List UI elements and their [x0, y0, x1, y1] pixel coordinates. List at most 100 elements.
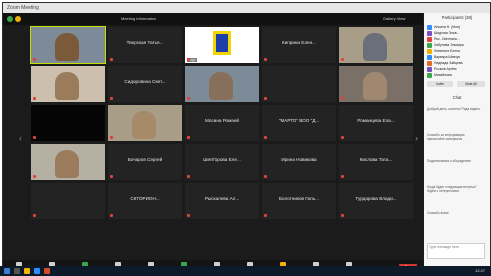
video-tile[interactable]: Бочаров Сергей [108, 144, 182, 180]
avatar [427, 30, 432, 36]
muted-mic-icon [264, 97, 267, 100]
participant-name: Киприна Елен... [282, 40, 316, 45]
avatar [427, 72, 432, 78]
search-icon[interactable] [14, 268, 20, 274]
video-tile[interactable]: Болотников Гиль... [262, 183, 336, 219]
muted-mic-icon [341, 214, 344, 217]
chat-message: Спасибо за информацию, присылайте матери… [427, 133, 466, 141]
participant-name: "МАРТО" ВОО "Д... [278, 118, 320, 123]
participant-video [363, 33, 387, 61]
chat-message: Добрый день, коллеги! Рада видеть. [427, 107, 482, 111]
muted-mic-icon [187, 214, 190, 217]
muted-mic-icon [33, 97, 36, 100]
muted-mic-icon [110, 175, 113, 178]
shield-icon[interactable] [7, 16, 13, 22]
video-tile[interactable]: ШелГорова Еле... [185, 144, 259, 180]
video-tile[interactable]: Тверская Татья... [108, 27, 182, 63]
video-tile[interactable]: СКТОРИОН... [108, 183, 182, 219]
participant-list-name: Ильина Н. (Моя) [434, 25, 460, 29]
gallery-view-button[interactable]: Gallery View [383, 13, 405, 25]
muted-mic-icon [187, 58, 190, 61]
explorer-icon[interactable] [24, 268, 30, 274]
muted-mic-icon [264, 214, 267, 217]
participant-name: Мосина Ромаей [205, 118, 239, 123]
start-icon[interactable] [4, 268, 10, 274]
muted-mic-icon [33, 58, 36, 61]
zoom-icon[interactable] [34, 268, 40, 274]
participant-video [132, 111, 156, 139]
muted-mic-icon [110, 58, 113, 61]
avatar [427, 66, 432, 72]
taskbar-clock: 12:47 [474, 268, 485, 273]
muted-mic-icon [33, 175, 36, 178]
window-titlebar: Zoom Meeting [3, 3, 490, 13]
video-tile[interactable]: Мосина Ромаей [185, 105, 259, 141]
participant-name: Кислова Тата... [359, 157, 393, 162]
video-tile[interactable]: Ирина Новикова [262, 144, 336, 180]
avatar [427, 36, 432, 42]
avatar [427, 24, 432, 30]
participant-list-name: Ясс. Светлана... [434, 37, 460, 41]
video-tile[interactable] [31, 183, 105, 219]
side-panel: Participants (38) Ильина Н. (Моя) Шкурова… [424, 13, 490, 275]
video-tile[interactable]: Романцева Ела... [339, 105, 413, 141]
chat-message: Спасибо всем! [427, 211, 449, 215]
video-tile[interactable] [30, 26, 106, 64]
prev-page-arrow-icon[interactable]: ‹ [19, 133, 22, 143]
muted-mic-icon [341, 58, 344, 61]
video-tile[interactable] [339, 66, 413, 102]
participant-name: Ирина Новикова [281, 157, 317, 162]
muted-mic-icon [187, 97, 190, 100]
video-tile[interactable]: Турдарова Влади... [339, 183, 413, 219]
chat-message: Подключаемся к обсуждению [427, 159, 471, 163]
participant-list-name: Надежда Зайцева [434, 61, 463, 65]
video-gallery: Тверская Татья... Logo Киприна Елен... Сидо… [30, 26, 413, 259]
video-tile[interactable]: "МАРТО" ВОО "Д... [262, 105, 336, 141]
muted-mic-icon [341, 136, 344, 139]
muted-mic-icon [187, 136, 190, 139]
participant-name: Болотников Гиль... [279, 196, 319, 201]
muted-mic-icon [341, 97, 344, 100]
avatar [427, 60, 432, 66]
participant-video [209, 72, 233, 100]
video-tile[interactable] [31, 66, 105, 102]
participant-row[interactable]: Михайлова [427, 72, 487, 78]
video-tile[interactable]: Кислова Тата... [339, 144, 413, 180]
video-tile[interactable]: Рыскалева Ал... [185, 183, 259, 219]
browser-icon[interactable] [44, 268, 50, 274]
participant-name: Тверская Татья... [126, 40, 164, 45]
video-tile[interactable]: Logo [185, 27, 259, 63]
meeting-info-label: Meeting information [121, 16, 157, 21]
muted-mic-icon [187, 175, 190, 178]
participant-name: Турдарова Влади... [355, 196, 397, 201]
video-tile[interactable] [31, 105, 105, 141]
video-tile[interactable] [339, 27, 413, 63]
video-tile[interactable] [262, 66, 336, 102]
muted-mic-icon [341, 175, 344, 178]
meeting-top-bar: Meeting information Gallery View [3, 13, 423, 25]
participant-name: Романцева Ела... [357, 118, 395, 123]
participant-video [55, 150, 79, 178]
next-page-arrow-icon[interactable]: › [415, 133, 418, 143]
participant-name: Сидоровина Свет... [124, 79, 166, 84]
participant-video [55, 33, 79, 61]
invite-button[interactable]: Invite [427, 81, 453, 87]
window-title: Zoom Meeting [7, 5, 39, 11]
video-tile[interactable]: Киприна Елен... [262, 27, 336, 63]
participant-name: СКТОРИОН... [130, 196, 160, 201]
video-tile[interactable] [31, 144, 105, 180]
participant-list-name: Михайлова [434, 73, 452, 77]
mute-all-button[interactable]: Mute All [457, 81, 485, 87]
chat-input[interactable]: Type message here... [427, 243, 485, 259]
video-tile[interactable]: Сидоровина Свет... [108, 66, 182, 102]
muted-mic-icon [110, 97, 113, 100]
info-icon[interactable] [15, 16, 21, 22]
participant-video [363, 72, 387, 100]
participant-name: Рыскалева Ал... [204, 196, 240, 201]
video-tile[interactable] [108, 105, 182, 141]
video-tile[interactable] [185, 66, 259, 102]
participant-list-name: Шкурова Эльв... [434, 31, 460, 35]
zoom-window: Zoom Meeting Meeting information Gallery… [2, 2, 491, 276]
avatar [427, 42, 432, 48]
participant-list-name: Варвара Шевчук [434, 55, 460, 59]
